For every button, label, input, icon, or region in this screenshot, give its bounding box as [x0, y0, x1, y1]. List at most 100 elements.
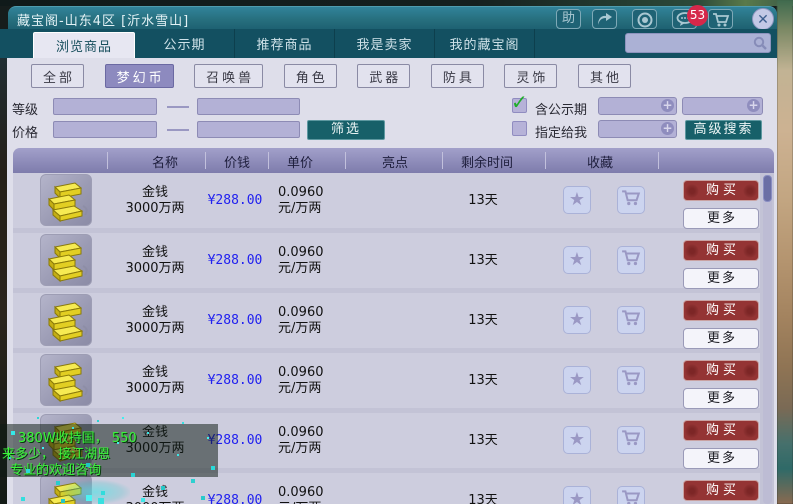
tab-4[interactable]: 我的藏宝阁	[435, 29, 535, 58]
record-icon	[633, 12, 656, 28]
plus-icon[interactable]: +	[747, 99, 760, 112]
header-name: 名称	[151, 156, 179, 171]
level-range-dash	[167, 106, 189, 108]
spell-effect-glow	[60, 480, 130, 504]
buy-button-label: 购买	[705, 243, 740, 258]
add-to-cart-button[interactable]	[617, 426, 645, 454]
price-max-input[interactable]	[197, 121, 300, 138]
buy-button[interactable]: 购买	[683, 240, 759, 261]
more-button[interactable]: 更多	[683, 328, 759, 349]
category-button-0[interactable]: 全部	[31, 64, 85, 88]
level-min-input[interactable]	[53, 98, 157, 115]
assigned-combo[interactable]: +	[598, 120, 677, 138]
favorite-button[interactable]: ★	[563, 306, 591, 334]
gold-item-icon[interactable]	[40, 294, 92, 346]
goods-row: 金钱 3000万两 ¥288.00 0.0960 元/万两 13天 ★ 购买 更…	[13, 173, 760, 229]
buy-button-label: 购买	[705, 363, 740, 378]
more-button-label: 更多	[706, 391, 737, 406]
category-button-3[interactable]: 角色	[283, 64, 337, 88]
tab-label: 我是卖家	[356, 38, 413, 53]
scrollbar-thumb[interactable]	[763, 175, 772, 202]
cart-icon	[621, 429, 641, 451]
level-max-input[interactable]	[197, 98, 300, 115]
share-icon	[593, 12, 616, 26]
chat-line: 专业的欢迎咨询	[10, 463, 102, 478]
buy-button[interactable]: 购买	[683, 480, 759, 501]
plus-icon[interactable]: +	[661, 122, 674, 135]
item-name: 金钱	[141, 484, 168, 500]
category-button-5[interactable]: 防具	[430, 64, 484, 88]
item-unit-label: 元/万两	[278, 260, 322, 276]
game-background-right	[777, 0, 793, 504]
tab-label: 推荐商品	[256, 38, 313, 53]
assigned-to-me-checkbox[interactable]	[512, 121, 527, 136]
more-button[interactable]: 更多	[683, 388, 759, 409]
category-label: 角色	[295, 70, 328, 86]
search-input[interactable]	[625, 33, 771, 53]
buy-button[interactable]: 购买	[683, 420, 759, 441]
favorite-button[interactable]: ★	[563, 366, 591, 394]
tab-1[interactable]: 公示期	[135, 29, 235, 58]
table-header: 名称 价钱 单价 亮点 剩余时间 收藏	[13, 148, 774, 173]
more-button[interactable]: 更多	[683, 208, 759, 229]
advanced-search-button[interactable]: 高级搜索	[685, 120, 762, 140]
extra-filter-combo[interactable]: +	[682, 97, 763, 115]
category-button-2[interactable]: 召唤兽	[194, 64, 264, 88]
favorite-button[interactable]: ★	[563, 486, 591, 504]
buy-button-label: 购买	[705, 423, 740, 438]
titlebar-cart-button[interactable]	[708, 9, 733, 29]
category-label: 全部	[43, 70, 76, 86]
window-title: 藏宝阁-山东4区 [沂水雪山]	[17, 14, 190, 29]
price-min-input[interactable]	[53, 121, 157, 138]
filter-button[interactable]: 筛选	[307, 120, 385, 140]
tab-0[interactable]: 浏览商品	[33, 32, 135, 58]
cart-icon	[621, 249, 641, 271]
goods-row: 金钱 3000万两 ¥288.00 0.0960 元/万两 13天 ★ 购买 更…	[13, 353, 760, 409]
cart-icon	[621, 309, 641, 331]
record-button[interactable]	[632, 9, 657, 29]
item-unit-price: 0.0960	[278, 484, 324, 500]
share-button[interactable]	[592, 9, 617, 29]
plus-icon[interactable]: +	[661, 99, 674, 112]
item-remaining-time: 13天	[468, 192, 498, 208]
item-unit-price: 0.0960	[278, 244, 324, 260]
favorite-button[interactable]: ★	[563, 426, 591, 454]
category-button-1[interactable]: 梦幻币	[104, 64, 174, 88]
add-to-cart-button[interactable]	[617, 486, 645, 504]
category-button-4[interactable]: 武器	[357, 64, 411, 88]
gold-item-icon[interactable]	[40, 174, 92, 226]
public-period-combo[interactable]: +	[598, 97, 677, 115]
buy-button[interactable]: 购买	[683, 180, 759, 201]
category-label: 武器	[369, 70, 402, 86]
add-to-cart-button[interactable]	[617, 246, 645, 274]
header-separator	[545, 152, 546, 169]
tab-2[interactable]: 推荐商品	[235, 29, 335, 58]
buy-button[interactable]: 购买	[683, 300, 759, 321]
cart-icon	[621, 189, 641, 211]
category-button-6[interactable]: 灵饰	[504, 64, 558, 88]
close-button[interactable]: ✕	[752, 8, 774, 30]
more-button[interactable]: 更多	[683, 448, 759, 469]
level-filter-label: 等级	[12, 103, 39, 118]
item-unit-price: 0.0960	[278, 424, 324, 440]
gold-item-icon[interactable]	[40, 234, 92, 286]
category-button-7[interactable]: 其他	[577, 64, 631, 88]
more-button[interactable]: 更多	[683, 268, 759, 289]
tab-label: 浏览商品	[55, 40, 112, 55]
help-button[interactable]: 助	[556, 9, 581, 29]
buy-button[interactable]: 购买	[683, 360, 759, 381]
gold-item-icon[interactable]	[40, 354, 92, 406]
buy-button-label: 购买	[705, 483, 740, 498]
add-to-cart-button[interactable]	[617, 306, 645, 334]
header-separator	[345, 152, 346, 169]
favorite-button[interactable]: ★	[563, 246, 591, 274]
favorite-button[interactable]: ★	[563, 186, 591, 214]
add-to-cart-button[interactable]	[617, 186, 645, 214]
header-separator	[107, 152, 108, 169]
table-scrollbar[interactable]	[763, 175, 772, 504]
include-public-checkbox[interactable]: ✓	[511, 90, 528, 114]
tab-3[interactable]: 我是卖家	[335, 29, 435, 58]
add-to-cart-button[interactable]	[617, 366, 645, 394]
more-button-label: 更多	[706, 331, 737, 346]
more-button-label: 更多	[706, 271, 737, 286]
